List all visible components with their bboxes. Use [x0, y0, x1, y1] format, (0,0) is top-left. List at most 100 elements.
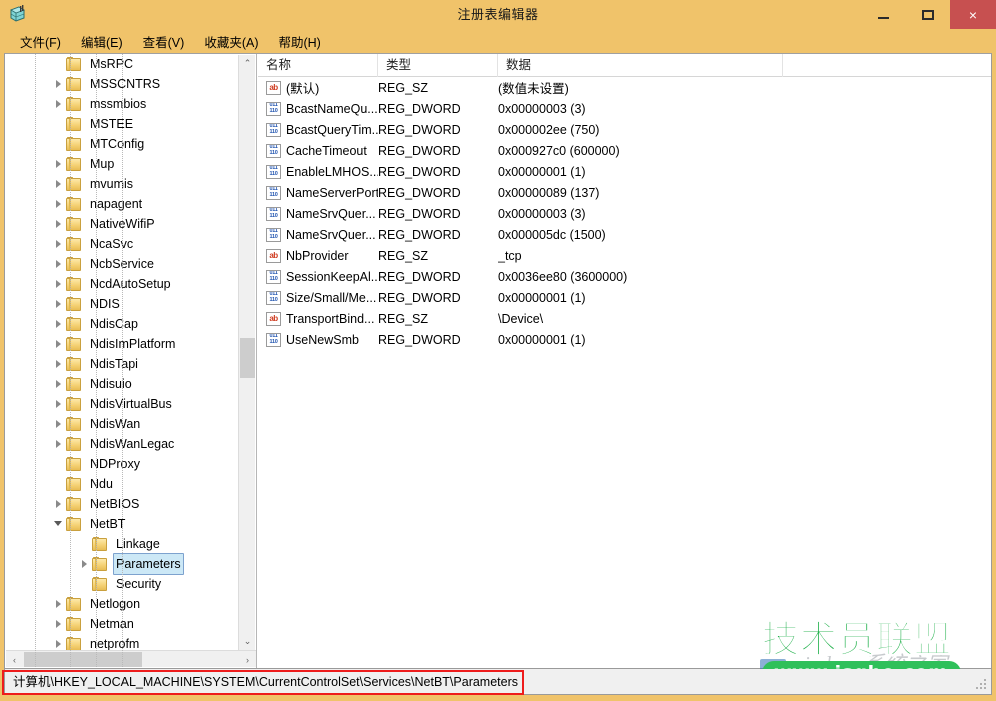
tree-hscroll-thumb[interactable]	[24, 652, 142, 667]
folder-icon	[65, 217, 83, 232]
registry-values-pane: 名称类型数据 ab(默认)REG_SZ(数值未设置)011110BcastNam…	[258, 54, 992, 668]
twisty-icon	[56, 500, 61, 508]
value-row[interactable]: 011110UseNewSmbREG_DWORD0x00000001 (1)	[258, 329, 992, 350]
tree-vertical-scrollbar[interactable]: ⌃ ⌄	[238, 55, 255, 650]
menu-item-1[interactable]: 文件(F)	[10, 30, 71, 53]
expand-arrow-icon[interactable]	[51, 374, 65, 394]
value-row[interactable]: ab(默认)REG_SZ(数值未设置)	[258, 77, 992, 98]
value-type-cell: REG_DWORD	[378, 186, 498, 200]
expand-arrow-icon[interactable]	[77, 554, 91, 574]
value-type-cell: REG_DWORD	[378, 333, 498, 347]
tree-node-label: MSTEE	[87, 114, 136, 134]
expand-arrow-icon[interactable]	[51, 294, 65, 314]
values-list[interactable]: ab(默认)REG_SZ(数值未设置)011110BcastNameQu...R…	[258, 77, 992, 350]
menu-item-5[interactable]: 帮助(H)	[268, 30, 330, 53]
tree-horizontal-scrollbar[interactable]: ‹ ›	[6, 650, 256, 667]
menu-item-4[interactable]: 收藏夹(A)	[194, 30, 268, 53]
expand-arrow-icon[interactable]	[51, 394, 65, 414]
column-header-1[interactable]: 名称	[258, 54, 378, 77]
tree-leaf-spacer	[77, 574, 91, 594]
expand-arrow-icon[interactable]	[51, 214, 65, 234]
tree-scroll-thumb[interactable]	[240, 338, 255, 378]
twisty-icon	[54, 521, 62, 530]
column-header-4[interactable]	[783, 54, 992, 77]
folder-icon	[65, 277, 83, 292]
expand-arrow-icon[interactable]	[51, 434, 65, 454]
value-row[interactable]: 011110BcastNameQu...REG_DWORD0x00000003 …	[258, 98, 992, 119]
twisty-icon	[56, 300, 61, 308]
value-row[interactable]: 011110NameServerPortREG_DWORD0x00000089 …	[258, 182, 992, 203]
expand-arrow-icon[interactable]	[51, 254, 65, 274]
expand-arrow-icon[interactable]	[51, 194, 65, 214]
expand-arrow-icon[interactable]	[51, 174, 65, 194]
tree-node-label: mvumis	[87, 174, 136, 194]
value-row[interactable]: abNbProviderREG_SZ_tcp	[258, 245, 992, 266]
column-header-3[interactable]: 数据	[498, 54, 783, 77]
twisty-icon	[56, 200, 61, 208]
tree-scroll-right-button[interactable]: ›	[239, 651, 256, 668]
column-header-2[interactable]: 类型	[378, 54, 498, 77]
folder-icon	[65, 177, 83, 192]
folder-icon	[65, 77, 83, 92]
folder-icon	[65, 257, 83, 272]
value-name-cell: 011110UseNewSmb	[258, 333, 378, 347]
value-row[interactable]: 011110SessionKeepAl...REG_DWORD0x0036ee8…	[258, 266, 992, 287]
tree-scroll-left-button[interactable]: ‹	[6, 651, 23, 668]
tree-scroll-down-button[interactable]: ⌄	[239, 633, 256, 650]
value-name-text: (默认)	[286, 78, 319, 97]
minimize-button[interactable]	[862, 0, 906, 29]
tree-node-label: Parameters	[113, 553, 184, 575]
expand-arrow-icon[interactable]	[51, 414, 65, 434]
value-row[interactable]: abTransportBind...REG_SZ\Device\	[258, 308, 992, 329]
tree-scroll-up-button[interactable]: ⌃	[239, 55, 256, 72]
menu-item-3[interactable]: 查看(V)	[133, 30, 195, 53]
expand-arrow-icon[interactable]	[51, 314, 65, 334]
expand-arrow-icon[interactable]	[51, 154, 65, 174]
minimize-icon	[878, 17, 889, 19]
maximize-icon	[922, 10, 934, 20]
value-row[interactable]: 011110Size/Small/Me...REG_DWORD0x0000000…	[258, 287, 992, 308]
value-type-cell: REG_DWORD	[378, 144, 498, 158]
maximize-button[interactable]	[906, 0, 950, 29]
expand-arrow-icon[interactable]	[51, 614, 65, 634]
dword-value-icon: 011110	[266, 291, 281, 305]
twisty-icon	[56, 320, 61, 328]
value-type-cell: REG_DWORD	[378, 291, 498, 305]
twisty-icon	[56, 260, 61, 268]
registry-path-text: 计算机\HKEY_LOCAL_MACHINE\SYSTEM\CurrentCon…	[13, 669, 518, 695]
close-button[interactable]: ×	[950, 0, 996, 29]
tree-node-label: NdisVirtualBus	[87, 394, 175, 414]
expand-arrow-icon[interactable]	[51, 354, 65, 374]
value-row[interactable]: 011110NameSrvQuer...REG_DWORD0x000005dc …	[258, 224, 992, 245]
dword-value-icon: 011110	[266, 123, 281, 137]
dword-value-icon: 011110	[266, 228, 281, 242]
value-data-cell: 0x000002ee (750)	[498, 123, 968, 137]
tree-node-label: NcdAutoSetup	[87, 274, 174, 294]
expand-arrow-icon[interactable]	[51, 234, 65, 254]
expand-arrow-icon[interactable]	[51, 94, 65, 114]
expand-arrow-icon[interactable]	[51, 634, 65, 650]
value-name-cell: 011110NameSrvQuer...	[258, 228, 378, 242]
value-row[interactable]: 011110CacheTimeoutREG_DWORD0x000927c0 (6…	[258, 140, 992, 161]
value-name-text: BcastQueryTim...	[286, 123, 378, 137]
value-row[interactable]: 011110EnableLMHOS...REG_DWORD0x00000001 …	[258, 161, 992, 182]
folder-icon	[65, 417, 83, 432]
expand-arrow-icon[interactable]	[51, 74, 65, 94]
value-row[interactable]: 011110BcastQueryTim...REG_DWORD0x000002e…	[258, 119, 992, 140]
expand-arrow-icon[interactable]	[51, 274, 65, 294]
folder-icon	[65, 197, 83, 212]
expand-arrow-icon[interactable]	[51, 334, 65, 354]
value-row[interactable]: 011110NameSrvQuer...REG_DWORD0x00000003 …	[258, 203, 992, 224]
twisty-icon	[56, 100, 61, 108]
menu-item-2[interactable]: 编辑(E)	[71, 30, 133, 53]
tree-node-label: NdisImPlatform	[87, 334, 178, 354]
folder-icon	[65, 637, 83, 651]
tree-node-label: Mup	[87, 154, 117, 174]
expand-arrow-icon[interactable]	[51, 594, 65, 614]
folder-icon	[65, 617, 83, 632]
collapse-arrow-icon[interactable]	[51, 514, 65, 534]
resize-grip[interactable]	[976, 679, 988, 691]
expand-arrow-icon[interactable]	[51, 494, 65, 514]
value-name-text: EnableLMHOS...	[286, 165, 378, 179]
value-data-cell: 0x0036ee80 (3600000)	[498, 270, 968, 284]
